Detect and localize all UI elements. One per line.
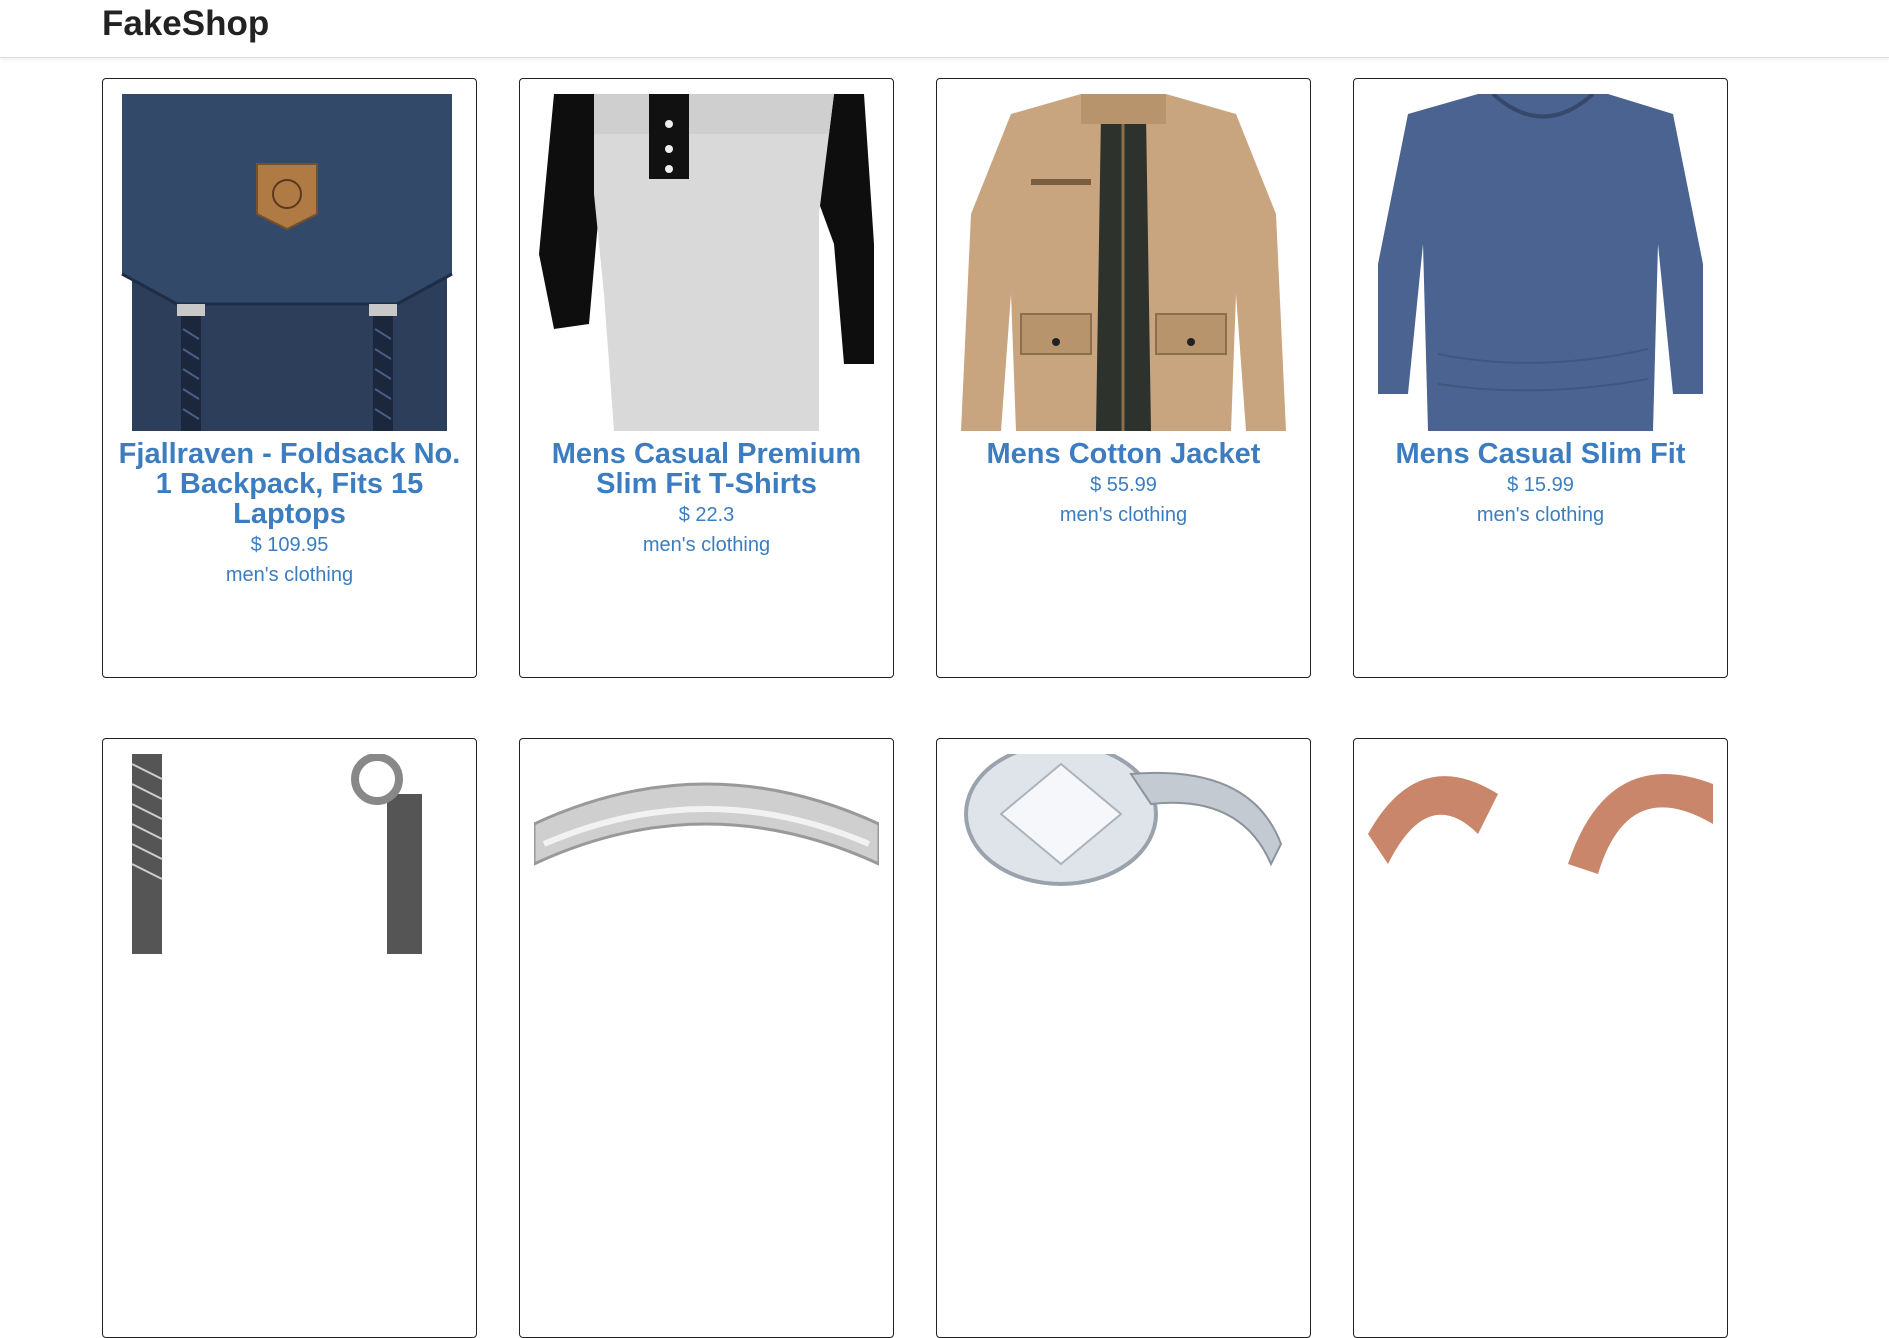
ring-image (534, 754, 879, 1091)
product-image[interactable] (951, 754, 1296, 1091)
product-card[interactable]: Fjallraven - Foldsack No. 1 Backpack, Fi… (102, 78, 477, 678)
rose-gold-earrings-image (1368, 754, 1713, 1091)
product-price: $ 15.99 (1507, 474, 1574, 496)
product-category: men's clothing (225, 564, 354, 586)
brand-logo-link[interactable]: FakeShop (102, 2, 269, 46)
product-image[interactable] (1368, 754, 1713, 1091)
product-title[interactable]: Fjallraven - Foldsack No. 1 Backpack, Fi… (115, 439, 464, 529)
product-title[interactable]: Mens Cotton Jacket (949, 439, 1298, 469)
diamond-ring-image (951, 754, 1296, 1091)
product-image[interactable] (117, 94, 462, 431)
product-card[interactable] (936, 738, 1311, 1338)
longsleeve-image (1368, 94, 1713, 431)
product-title[interactable]: Mens Casual Slim Fit (1366, 439, 1715, 469)
product-card[interactable] (519, 738, 894, 1338)
tshirt-image (534, 94, 879, 431)
product-image[interactable] (117, 754, 462, 1091)
product-price: $ 109.95 (250, 534, 329, 556)
product-image[interactable] (534, 754, 879, 1091)
product-price: $ 22.3 (678, 504, 735, 526)
backpack-image (117, 94, 462, 431)
product-grid: Fjallraven - Foldsack No. 1 Backpack, Fi… (102, 78, 1742, 1338)
product-price: $ 55.99 (1090, 474, 1157, 496)
product-image[interactable] (1368, 94, 1713, 431)
product-card[interactable] (1353, 738, 1728, 1338)
product-category: men's clothing (642, 534, 771, 556)
product-image[interactable] (534, 94, 879, 431)
product-title[interactable]: Mens Casual Premium Slim Fit T-Shirts (532, 439, 881, 499)
product-card[interactable]: Mens Cotton Jacket $ 55.99 men's clothin… (936, 78, 1311, 678)
product-category: men's clothing (1059, 504, 1188, 526)
jacket-image (951, 94, 1296, 431)
bracelet-image (117, 754, 462, 1091)
product-category: men's clothing (1476, 504, 1605, 526)
product-card[interactable]: Mens Casual Premium Slim Fit T-Shirts $ … (519, 78, 894, 678)
product-card[interactable]: Mens Casual Slim Fit $ 15.99 men's cloth… (1353, 78, 1728, 678)
navbar: FakeShop (0, 0, 1889, 58)
product-image[interactable] (951, 94, 1296, 431)
product-card[interactable] (102, 738, 477, 1338)
